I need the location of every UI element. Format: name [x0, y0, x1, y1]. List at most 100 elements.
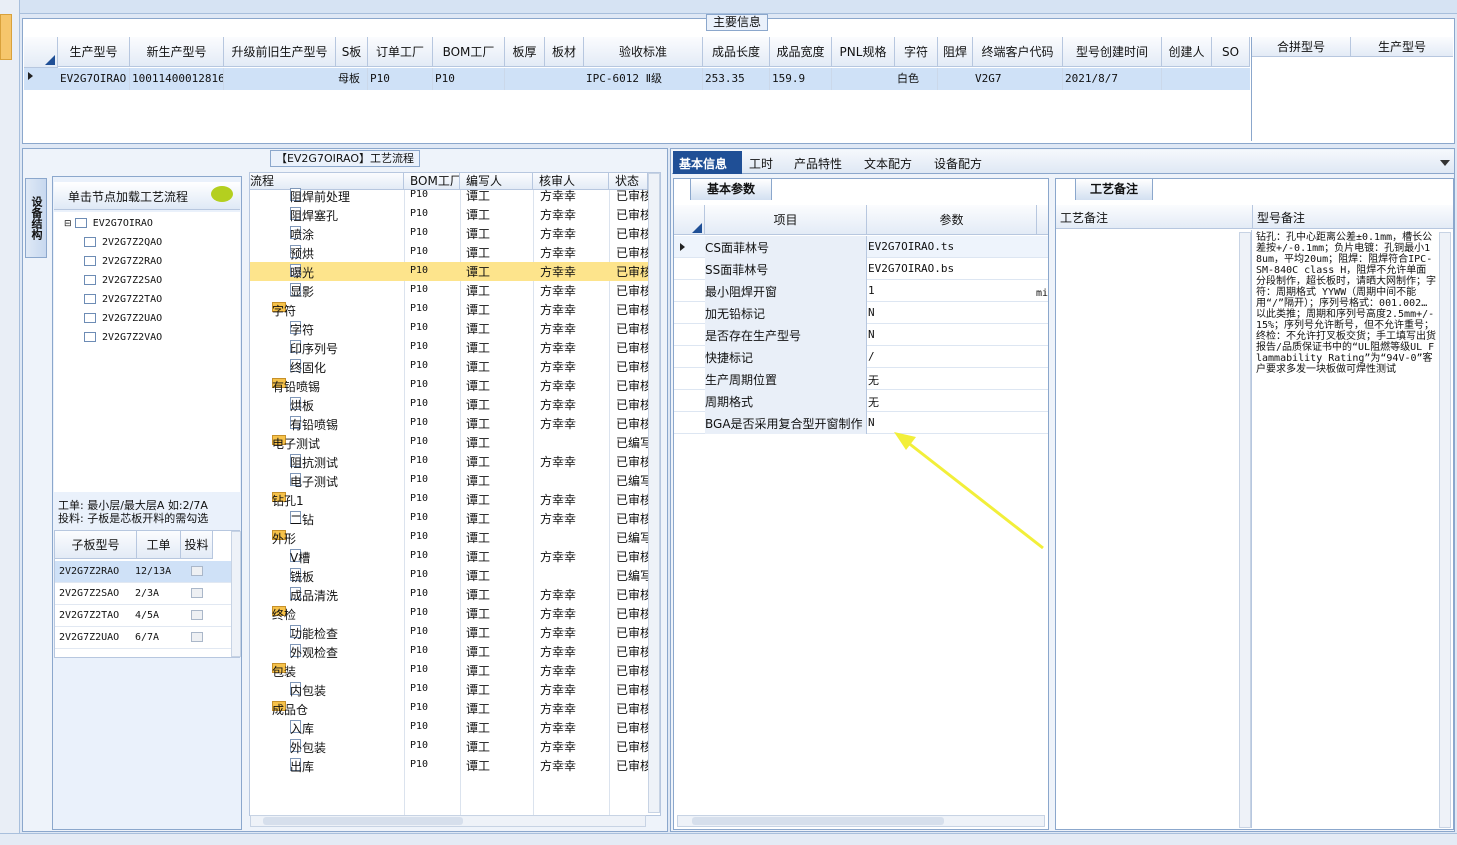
flow-row[interactable]: 外包装 P10 谭工 方幸幸 已审核 [250, 737, 648, 756]
process-note-scrollbar[interactable] [1239, 232, 1251, 828]
tree-child-item[interactable]: 2V2G7Z2SAO [84, 275, 162, 286]
model-note-col-header[interactable]: 型号备注 [1257, 209, 1305, 226]
col-header[interactable]: 新生产型号 [130, 37, 224, 67]
flow-row[interactable]: 功能检查 P10 谭工 方幸幸 已审核 [250, 623, 648, 642]
flow-row[interactable]: 显影 P10 谭工 方幸幸 已审核 [250, 281, 648, 300]
param-row[interactable]: 是否存在生产型号 N [674, 324, 1048, 346]
sub-col-header[interactable]: 子板型号 [55, 531, 137, 559]
process-note-col-header[interactable]: 工艺备注 [1060, 209, 1108, 226]
process-note-area[interactable] [1057, 230, 1252, 828]
flow-row[interactable]: ⊟钻孔1P10谭工方幸幸已审核 [250, 490, 648, 509]
sub-table-row[interactable]: 2V2G7Z2SAO 2/3A [55, 583, 231, 605]
flow-row[interactable]: ⊟外形P10谭工已编写 [250, 528, 648, 547]
col-header[interactable]: 升级前旧生产型号 [224, 37, 336, 67]
col-header[interactable]: SO [1212, 37, 1250, 67]
tree-child-item[interactable]: 2V2G7Z2TAO [84, 294, 162, 305]
param-value[interactable]: EV2G7OIRAO.ts [868, 240, 954, 253]
flow-row[interactable]: 印序列号 P10 谭工 方幸幸 已审核 [250, 338, 648, 357]
tab-work-hours[interactable]: 工时 [749, 155, 773, 172]
param-value[interactable]: N [868, 306, 875, 319]
param-value[interactable]: N [868, 416, 875, 429]
model-note-scrollbar[interactable] [1439, 232, 1451, 828]
flow-row[interactable]: ⊟电子测试P10谭工已编写 [250, 433, 648, 452]
param-value[interactable]: 无 [868, 394, 879, 410]
col-header[interactable]: PNL规格 [832, 37, 895, 67]
flow-row[interactable]: 内包装 P10 谭工 方幸幸 已审核 [250, 680, 648, 699]
side-tab-orange[interactable] [0, 14, 12, 60]
flow-row[interactable]: 铣板 P10 谭工 已编写 [250, 566, 648, 585]
checkbox[interactable] [84, 237, 96, 247]
flow-row[interactable]: 字符 P10 谭工 方幸幸 已审核 [250, 319, 648, 338]
flow-hscrollbar[interactable] [250, 815, 646, 827]
param-col-header[interactable]: 参数 [867, 205, 1037, 235]
col-header[interactable]: 板材 [545, 37, 584, 67]
col-header[interactable]: 订单工厂 [368, 37, 433, 67]
model-note-text[interactable]: 钻孔：孔中心距离公差±0.1mm，槽长公差按+/-0.1mm；负片电镀：孔铜最小… [1256, 232, 1436, 375]
flow-row[interactable]: 阻焊塞孔 P10 谭工 方幸幸 已审核 [250, 205, 648, 224]
param-value[interactable]: EV2G7OIRAO.bs [868, 262, 954, 275]
flow-row[interactable]: ⊟有铅喷锡P10谭工方幸幸已审核 [250, 376, 648, 395]
param-value[interactable]: 1 [868, 284, 875, 297]
sub-col-header[interactable]: 投料 [181, 531, 213, 559]
tree-child-item[interactable]: 2V2G7Z2RAO [84, 256, 162, 267]
param-row[interactable]: 最小阻焊开窗 1 [674, 280, 1048, 302]
param-value[interactable]: / [868, 350, 875, 363]
tree-root[interactable]: ⊟ EV2G7OIRAO [64, 218, 153, 229]
merge-model-col-header[interactable]: 生产型号 [1351, 37, 1453, 57]
checkbox[interactable] [84, 332, 96, 342]
param-value[interactable]: 无 [868, 372, 879, 388]
param-value[interactable]: N [868, 328, 875, 341]
flow-row[interactable]: 预烘 P10 谭工 方幸幸 已审核 [250, 243, 648, 262]
flow-row[interactable]: 喷涂 P10 谭工 方幸幸 已审核 [250, 224, 648, 243]
flow-row[interactable]: ⊟终检P10谭工方幸幸已审核 [250, 604, 648, 623]
col-header[interactable]: 终端客户代码 [973, 37, 1063, 67]
tree-child-item[interactable]: 2V2G7Z2QAO [84, 237, 162, 248]
equipment-structure-tab[interactable]: 设备结构 [25, 178, 47, 258]
flow-row[interactable]: 阻焊前处理 P10 谭工 方幸幸 已审核 [250, 186, 648, 205]
flow-row[interactable]: 曝光 P10 谭工 方幸幸 已审核 [250, 262, 648, 281]
sub-table-scrollbar[interactable] [231, 531, 241, 657]
col-header[interactable]: 成品长度 [703, 37, 770, 67]
checkbox[interactable] [84, 313, 96, 323]
tree-child-item[interactable]: 2V2G7Z2UAO [84, 313, 162, 324]
flow-vscrollbar[interactable] [648, 173, 660, 813]
checkbox[interactable] [84, 294, 96, 304]
flow-row[interactable]: 出库 P10 谭工 方幸幸 已审核 [250, 756, 648, 775]
param-row[interactable]: SS面菲林号 EV2G7OIRAO.bs [674, 258, 1048, 280]
col-header[interactable]: 板厚 [505, 37, 545, 67]
tab-dropdown-icon[interactable] [1440, 160, 1450, 166]
col-header[interactable]: 验收标准 [584, 37, 703, 67]
sub-col-header[interactable]: 工单 [137, 531, 181, 559]
tree-child-item[interactable]: 2V2G7Z2VAO [84, 332, 162, 343]
col-header[interactable]: S板 [336, 37, 368, 67]
sub-table-row[interactable]: 2V2G7Z2TAO 4/5A [55, 605, 231, 627]
param-row[interactable]: CS面菲林号 EV2G7OIRAO.ts [674, 236, 1048, 258]
param-row[interactable]: 快捷标记 / [674, 346, 1048, 368]
col-header[interactable]: 成品宽度 [770, 37, 832, 67]
param-row[interactable]: 周期格式 无 [674, 390, 1048, 412]
feed-checkbox[interactable] [191, 566, 203, 576]
load-hint-bar[interactable]: 单击节点加载工艺流程 [54, 182, 240, 210]
col-header[interactable]: 型号创建时间 [1063, 37, 1162, 67]
tab-basic-info[interactable]: 基本信息 [673, 151, 742, 174]
flow-row[interactable]: 有铅喷锡 P10 谭工 方幸幸 已审核 [250, 414, 648, 433]
merge-col-header[interactable]: 合拼型号 [1252, 37, 1351, 57]
flow-row[interactable]: ⊟成品仓P10谭工方幸幸已审核 [250, 699, 648, 718]
flow-row[interactable]: 电子测试 P10 谭工 已编写 [250, 471, 648, 490]
item-col-header[interactable]: 项目 [705, 205, 867, 235]
param-row[interactable]: 加无铅标记 N [674, 302, 1048, 324]
flow-row[interactable]: 烘板 P10 谭工 方幸幸 已审核 [250, 395, 648, 414]
flow-row[interactable]: V槽 P10 谭工 方幸幸 已审核 [250, 547, 648, 566]
flow-row[interactable]: ⊟包装P10谭工方幸幸已审核 [250, 661, 648, 680]
checkbox[interactable] [84, 275, 96, 285]
params-hscrollbar[interactable] [677, 815, 1045, 827]
checkbox[interactable] [84, 256, 96, 266]
sub-table-row[interactable]: 2V2G7Z2UAO 6/7A [55, 627, 231, 649]
col-header[interactable]: 阻焊 [938, 37, 973, 67]
col-header[interactable]: 生产型号 [58, 37, 130, 67]
flow-row[interactable]: 外观检查 P10 谭工 方幸幸 已审核 [250, 642, 648, 661]
col-header[interactable]: 字符 [895, 37, 938, 67]
col-header[interactable]: 创建人 [1162, 37, 1212, 67]
param-row[interactable]: 生产周期位置 无 [674, 368, 1048, 390]
feed-checkbox[interactable] [191, 610, 203, 620]
